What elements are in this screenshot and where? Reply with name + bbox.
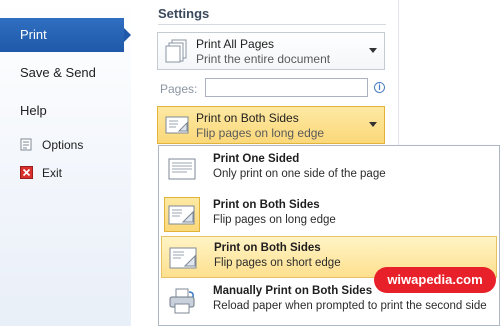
dropdown-subtitle: Flip pages on long edge: [196, 126, 325, 140]
chevron-down-icon: [369, 122, 377, 127]
chevron-down-icon: [369, 48, 377, 53]
menu-item-title: Print on Both Sides: [213, 199, 320, 211]
sidebar-item-label: Exit: [42, 166, 63, 180]
active-arrow-icon: [124, 28, 131, 42]
printer-icon: [169, 288, 195, 314]
preview-divider: [398, 0, 399, 150]
menu-item-subtitle: Reload paper when prompted to print the …: [213, 300, 487, 312]
duplex-short-edge-icon: [169, 247, 197, 269]
backstage-sidebar: Print Save & Send Help Options Exit: [0, 0, 132, 326]
sidebar-item-label: Print: [20, 27, 47, 42]
duplex-dropdown[interactable]: Print on Both Sides Flip pages on long e…: [157, 106, 385, 144]
pages-label: Pages:: [160, 82, 198, 96]
one-sided-icon: [168, 158, 196, 180]
dropdown-subtitle: Print the entire document: [196, 52, 331, 66]
sidebar-item-save-send[interactable]: Save & Send: [20, 65, 96, 80]
menu-item-one-sided[interactable]: Print One Sided Only print on one side o…: [161, 148, 497, 190]
sidebar-item-label: Options: [42, 138, 84, 152]
duplex-options-menu: Print One Sided Only print on one side o…: [158, 145, 500, 326]
pages-input[interactable]: [205, 78, 368, 97]
menu-item-title: Print on Both Sides: [214, 242, 321, 254]
exit-icon: [20, 166, 33, 179]
duplex-long-edge-icon: [165, 116, 189, 134]
dropdown-title: Print All Pages: [196, 37, 275, 51]
dropdown-title: Print on Both Sides: [196, 111, 299, 125]
options-icon: [20, 138, 32, 151]
menu-item-subtitle: Only print on one side of the page: [213, 168, 386, 180]
menu-item-long-edge[interactable]: Print on Both Sides Flip pages on long e…: [161, 194, 497, 236]
menu-item-subtitle: Flip pages on short edge: [214, 257, 341, 269]
menu-item-subtitle: Flip pages on long edge: [213, 214, 336, 226]
info-icon[interactable]: i: [374, 82, 385, 93]
sidebar-item-help[interactable]: Help: [20, 103, 47, 118]
print-range-dropdown[interactable]: Print All Pages Print the entire documen…: [157, 32, 385, 70]
sidebar-item-print[interactable]: Print: [0, 18, 131, 52]
duplex-long-edge-icon: [164, 197, 200, 232]
settings-heading: Settings: [158, 6, 210, 21]
menu-item-title: Manually Print on Both Sides: [213, 285, 373, 297]
settings-divider: [158, 24, 386, 25]
menu-item-title: Print One Sided: [213, 153, 300, 165]
watermark-logo: wiwapedia.com: [374, 267, 496, 293]
pages-icon: [165, 39, 187, 63]
